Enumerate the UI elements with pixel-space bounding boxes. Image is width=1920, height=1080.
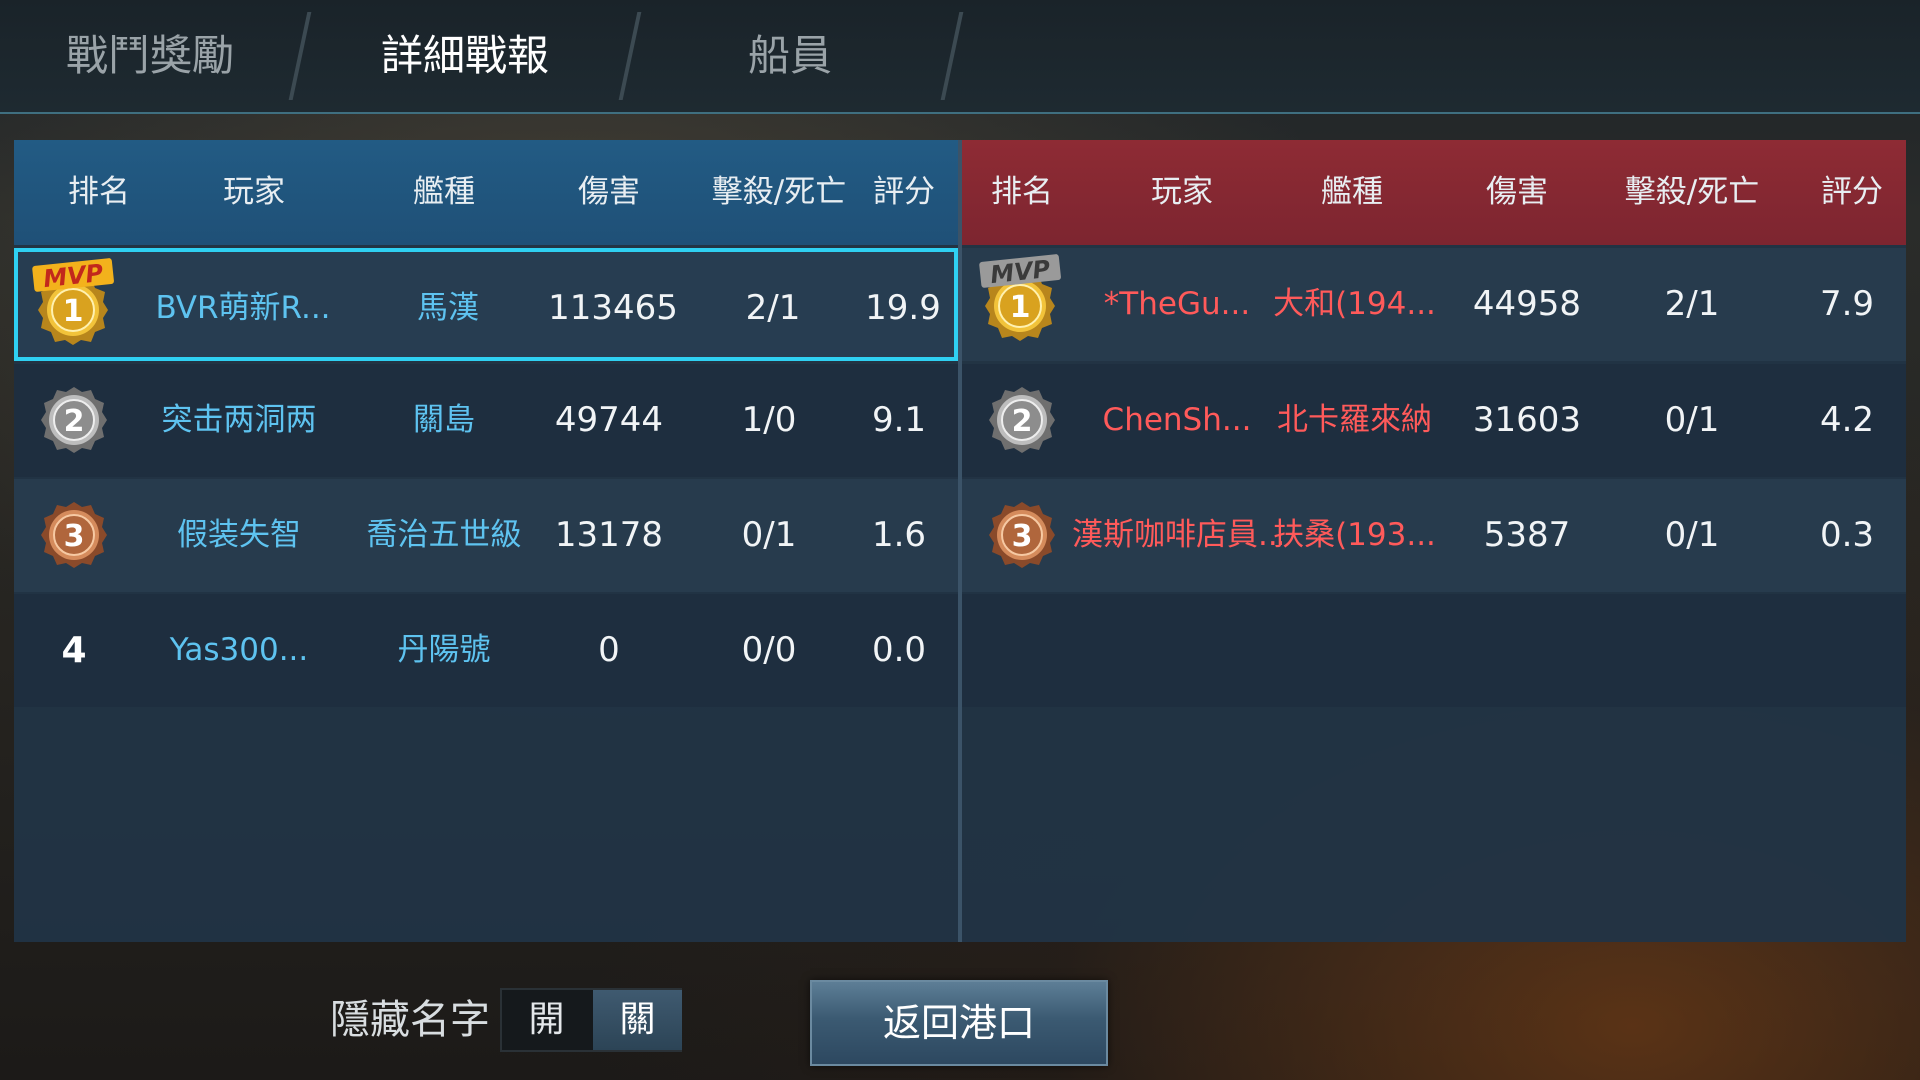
header-player: 玩家 (223, 174, 285, 210)
header-ship-type: 艦種 (1321, 174, 1383, 210)
score-value: 0.0 (871, 630, 927, 670)
header-ship-type: 艦種 (413, 174, 475, 210)
kills-deaths-value: 0/1 (1664, 515, 1720, 555)
damage-value: 49744 (554, 400, 664, 440)
table-row[interactable]: 2 突击两洞两 關島 49744 1/0 9.1 (14, 364, 958, 477)
hide-names-toggle[interactable]: 開 關 (500, 988, 682, 1052)
score-value: 4.2 (1819, 400, 1875, 440)
rank-number: 4 (61, 630, 87, 671)
damage-value: 113465 (548, 288, 678, 328)
svg-text:1: 1 (1010, 290, 1031, 325)
tab-separator (618, 12, 642, 100)
ship-type: 大和(194... (1273, 286, 1436, 322)
tab-separator (940, 12, 964, 100)
table-row[interactable]: 1 MVP BVR萌新R... 馬漢 113465 2/1 19.9 (14, 248, 958, 361)
damage-value: 13178 (554, 515, 664, 555)
player-name: 突击两洞两 (161, 402, 317, 438)
header-rank: 排名 (68, 174, 130, 210)
mvp-label: MVP (42, 259, 105, 293)
player-name: 假装失智 (177, 517, 301, 553)
table-row[interactable]: 3 假装失智 喬治五世級 13178 0/1 1.6 (14, 479, 958, 592)
score-value: 9.1 (871, 400, 927, 440)
tab-battle-rewards[interactable]: 戰鬥獎勵 (40, 0, 260, 112)
ship-type: 北卡羅來納 (1277, 402, 1432, 438)
battle-report-panel: 排名 玩家 艦種 傷害 擊殺/死亡 評分 1 MVP BVR萌新R... 馬漢 … (14, 140, 1906, 942)
ship-type: 扶桑(193... (1273, 517, 1436, 553)
ally-team-table: 排名 玩家 艦種 傷害 擊殺/死亡 評分 1 MVP BVR萌新R... 馬漢 … (14, 140, 958, 942)
ship-type: 丹陽號 (397, 632, 491, 668)
player-name: Yas300... (169, 632, 309, 668)
header-kills-deaths: 擊殺/死亡 (1624, 174, 1760, 210)
score-value: 7.9 (1819, 284, 1875, 324)
player-name: BVR萌新R... (155, 290, 331, 326)
tab-bar: 戰鬥獎勵 詳細戰報 船員 (0, 0, 1920, 114)
score-value: 19.9 (865, 288, 941, 328)
rank-3-bronze-badge: 3 (962, 479, 1080, 592)
damage-value: 31603 (1472, 400, 1582, 440)
kills-deaths-value: 0/1 (741, 515, 797, 555)
player-name: ChenSh... (1102, 402, 1252, 438)
rank-2-silver-badge: 2 (14, 364, 132, 477)
empty-row (962, 594, 1906, 707)
ally-table-header: 排名 玩家 艦種 傷害 擊殺/死亡 評分 (14, 140, 958, 245)
ship-type: 關島 (413, 402, 475, 438)
toggle-on-option[interactable]: 開 (502, 990, 591, 1050)
damage-value: 5387 (1483, 515, 1571, 555)
header-kills-deaths: 擊殺/死亡 (711, 174, 847, 210)
svg-text:2: 2 (64, 404, 85, 439)
mvp-label: MVP (989, 255, 1052, 289)
table-row[interactable]: 2 ChenSh... 北卡羅來納 31603 0/1 4.2 (962, 364, 1906, 477)
header-damage: 傷害 (1486, 174, 1548, 210)
score-value: 0.3 (1819, 515, 1875, 555)
return-to-port-button[interactable]: 返回港口 (810, 980, 1108, 1066)
svg-text:2: 2 (1012, 404, 1033, 439)
header-rank: 排名 (991, 174, 1053, 210)
header-damage: 傷害 (578, 174, 640, 210)
rank-3-bronze-badge: 3 (14, 479, 132, 592)
tab-detailed-report[interactable]: 詳細戰報 (355, 0, 575, 112)
ship-type: 喬治五世級 (366, 517, 522, 553)
player-name: 漢斯咖啡店員... (1072, 517, 1282, 553)
rank-2-silver-badge: 2 (962, 364, 1080, 477)
header-player: 玩家 (1151, 174, 1213, 210)
ship-type: 馬漢 (417, 290, 479, 326)
hide-names-label: 隱藏名字 (330, 997, 490, 1043)
toggle-off-option[interactable]: 關 (593, 990, 682, 1050)
damage-value: 0 (598, 630, 620, 670)
kills-deaths-value: 2/1 (745, 288, 801, 328)
kills-deaths-value: 0/1 (1664, 400, 1720, 440)
header-score: 評分 (1821, 174, 1883, 210)
kills-deaths-value: 2/1 (1664, 284, 1720, 324)
enemy-team-table: 排名 玩家 艦種 傷害 擊殺/死亡 評分 1 MVP *TheGu... 大和(… (962, 140, 1906, 942)
tab-separator (288, 12, 312, 100)
rank-1-gold-badge: 1 MVP (18, 252, 136, 365)
header-score: 評分 (873, 174, 935, 210)
svg-text:3: 3 (1012, 519, 1033, 554)
table-row[interactable]: 1 MVP *TheGu... 大和(194... 44958 2/1 7.9 (962, 248, 1906, 361)
rank-1-gold-badge: 1 MVP (962, 248, 1080, 361)
table-row[interactable]: 4 Yas300... 丹陽號 0 0/0 0.0 (14, 594, 958, 707)
svg-text:1: 1 (63, 294, 84, 329)
svg-text:3: 3 (64, 519, 85, 554)
table-row[interactable]: 3 漢斯咖啡店員... 扶桑(193... 5387 0/1 0.3 (962, 479, 1906, 592)
damage-value: 44958 (1472, 284, 1582, 324)
kills-deaths-value: 0/0 (741, 630, 797, 670)
tab-crew[interactable]: 船員 (700, 0, 880, 112)
player-name: *TheGu... (1103, 286, 1251, 322)
kills-deaths-value: 1/0 (741, 400, 797, 440)
score-value: 1.6 (871, 515, 927, 555)
enemy-table-header: 排名 玩家 艦種 傷害 擊殺/死亡 評分 (962, 140, 1906, 245)
